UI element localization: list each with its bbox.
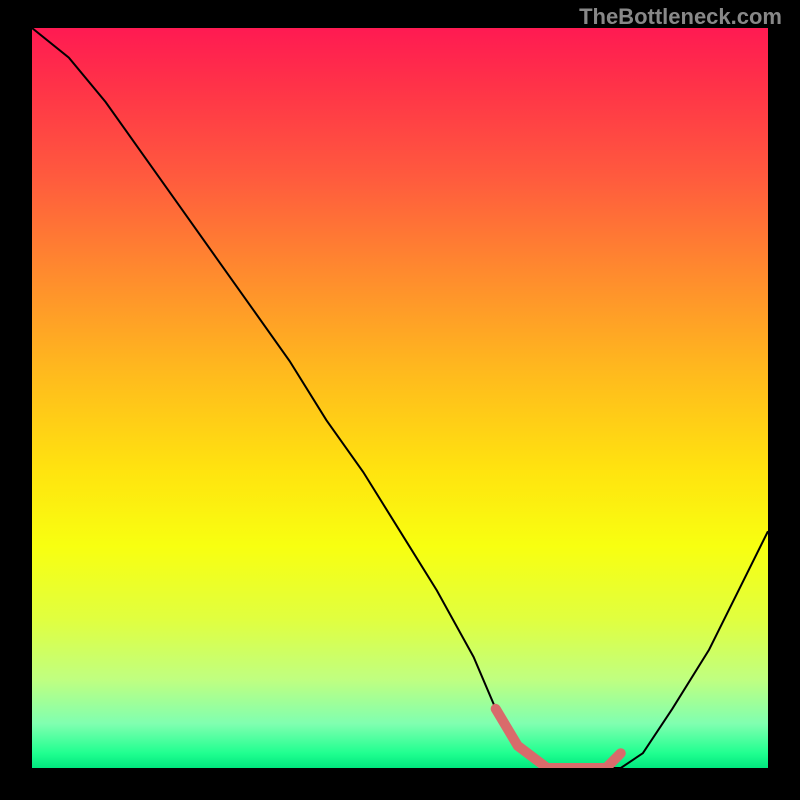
chart-svg (32, 28, 768, 768)
watermark-text: TheBottleneck.com (579, 4, 782, 30)
highlight-curve (496, 709, 621, 768)
plot-area (32, 28, 768, 768)
main-curve (32, 28, 768, 768)
